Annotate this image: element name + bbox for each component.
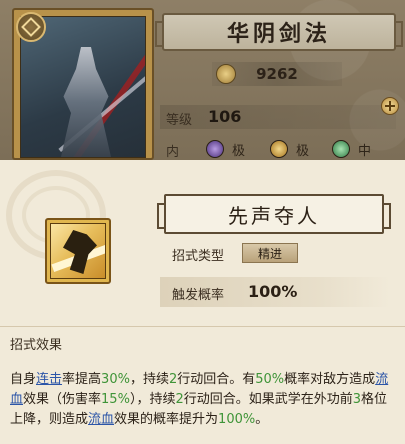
move-name-plate: 先声夺人: [157, 194, 391, 234]
type-label: 招式类型: [172, 249, 225, 264]
effect-description: 自身连击率提高30%，持续2行动回合。有50%概率对敌方造成流血效果（伤害率15…: [10, 372, 389, 427]
sect-emblem-icon: [16, 12, 46, 42]
level-label: 等级: [166, 113, 193, 128]
trigger-label: 触发概率: [172, 288, 225, 303]
neiyuan-item-2[interactable]: 极: [270, 138, 309, 160]
move-icon: [50, 223, 106, 279]
neiyuan-item-2-text: 极: [296, 143, 310, 159]
card-art-figure: [61, 47, 111, 157]
power-row: 9262: [212, 62, 342, 86]
level-value: 106: [208, 107, 242, 126]
neiyuan-item-1[interactable]: 极: [206, 138, 245, 160]
purple-orb-icon: [206, 140, 224, 158]
effect-title: 招式效果: [10, 338, 63, 353]
neiyuan-item-3-text: 中: [358, 143, 372, 159]
move-icon-frame: [45, 218, 111, 284]
gold-orb-icon: [270, 140, 288, 158]
move-detail-popup: 先声夺人 招式类型 精进 触发概率 100% 招式效果 自身连击率提高30%，持…: [0, 160, 405, 444]
neiyuan-item-1-text: 极: [232, 143, 246, 159]
keyword-link-bleed-2[interactable]: 流血: [88, 412, 114, 427]
type-badge: 精进: [242, 243, 298, 263]
level-bar: [160, 105, 396, 129]
skill-title: 华阴剑法: [226, 21, 331, 47]
keyword-link-combo[interactable]: 连击: [36, 372, 62, 387]
power-icon: [216, 64, 236, 84]
effect-header: 招式效果: [0, 326, 405, 360]
power-value: 9262: [256, 65, 298, 83]
neiyuan-label: 内息: [166, 145, 180, 160]
skill-title-plate: 华阴剑法: [155, 13, 403, 51]
skill-overview-panel: 华阴剑法 9262 等级 106 内息 极 极 中: [0, 0, 405, 160]
neiyuan-item-3[interactable]: 中: [332, 138, 371, 160]
trigger-value: 100%: [248, 282, 298, 301]
move-name: 先声夺人: [228, 203, 320, 228]
plus-icon[interactable]: [381, 97, 399, 115]
green-orb-icon: [332, 140, 350, 158]
